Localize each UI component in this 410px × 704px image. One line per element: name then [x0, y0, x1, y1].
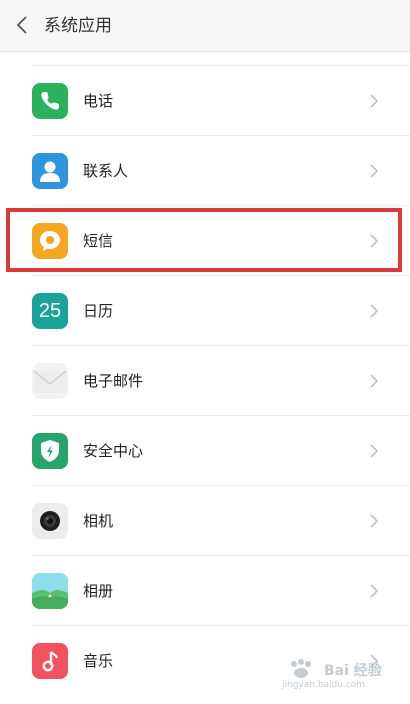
chevron-right-icon [370, 304, 379, 318]
app-list: 电话 联系人 短信 25 日历 电子邮件 安全中心 相机 相册 音乐 [0, 66, 410, 696]
gallery-icon [32, 573, 68, 609]
chevron-right-icon [370, 374, 379, 388]
contacts-icon [32, 153, 68, 189]
security-shield-icon [32, 433, 68, 469]
list-top-edge [0, 52, 410, 66]
item-label: 日历 [83, 302, 114, 320]
list-item-gallery[interactable]: 相册 [0, 556, 410, 626]
chevron-right-icon [370, 234, 379, 248]
item-label: 电子邮件 [83, 372, 144, 390]
calendar-icon: 25 [32, 293, 68, 329]
list-item-phone[interactable]: 电话 [0, 66, 410, 136]
list-item-email[interactable]: 电子邮件 [0, 346, 410, 416]
music-icon [32, 643, 68, 679]
chevron-right-icon [370, 584, 379, 598]
paw-logo-icon [291, 659, 311, 678]
item-label: 短信 [83, 232, 114, 250]
item-label: 联系人 [83, 162, 129, 180]
chevron-right-icon [370, 94, 379, 108]
back-button[interactable] [8, 10, 38, 40]
item-label: 相机 [83, 512, 114, 530]
chevron-right-icon [370, 514, 379, 528]
item-label: 相册 [83, 582, 114, 600]
item-label: 安全中心 [83, 442, 144, 460]
message-icon [32, 223, 68, 259]
chevron-right-icon [370, 164, 379, 178]
page-title: 系统应用 [44, 16, 112, 36]
list-item-calendar[interactable]: 25 日历 [0, 276, 410, 346]
app-header: 系统应用 [0, 0, 410, 52]
phone-icon [32, 83, 68, 119]
list-item-camera[interactable]: 相机 [0, 486, 410, 556]
list-item-security[interactable]: 安全中心 [0, 416, 410, 486]
watermark-text: Bai 经验 [324, 663, 382, 679]
email-icon [32, 363, 68, 399]
item-label: 电话 [83, 92, 114, 110]
calendar-date: 25 [38, 300, 62, 322]
chevron-left-icon [16, 16, 27, 34]
item-label: 音乐 [83, 652, 114, 670]
chevron-right-icon [370, 444, 379, 458]
watermark-url: jingyan.baidu.com [282, 680, 366, 690]
list-item-contacts[interactable]: 联系人 [0, 136, 410, 206]
list-item-messages[interactable]: 短信 [0, 206, 410, 276]
camera-icon [32, 503, 68, 539]
baidu-watermark: Bai 经验 jingyan.baidu.com [282, 658, 402, 694]
